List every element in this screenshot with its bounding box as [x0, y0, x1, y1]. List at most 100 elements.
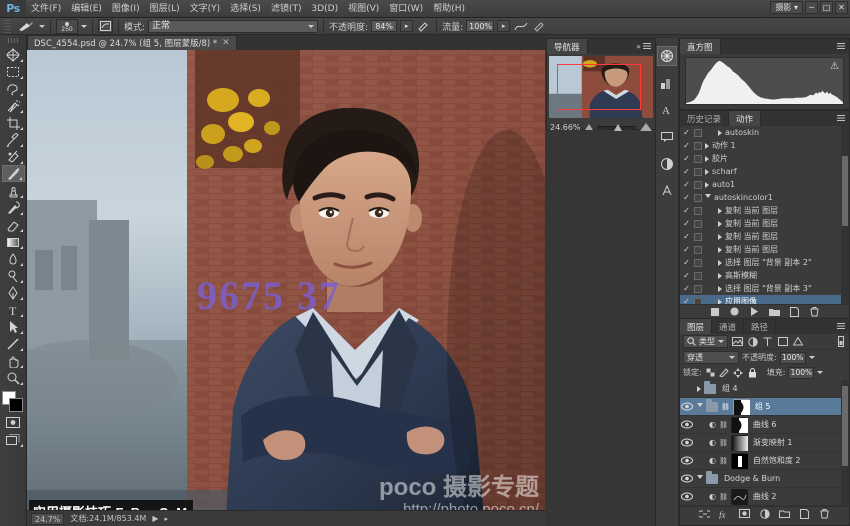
canvas-area[interactable]: 9675 37 poco 摄影专题 http://photo.poco.cn/ …: [27, 50, 545, 526]
opacity-input[interactable]: 84%: [371, 20, 397, 32]
flow-pressure-toggle[interactable]: ▸: [497, 20, 510, 32]
action-row[interactable]: ✓高斯模糊: [680, 269, 849, 282]
menu-item-10[interactable]: 帮助(H): [428, 0, 470, 18]
properties-dock-icon[interactable]: [657, 154, 677, 174]
layer-row[interactable]: ⛓组 5: [680, 398, 849, 416]
lock-transparency-icon[interactable]: [705, 367, 716, 378]
layer-filter-type-select[interactable]: 类型: [683, 335, 728, 348]
blend-mode-select[interactable]: 正常: [148, 20, 318, 33]
action-row[interactable]: ✓选择 图层 "背景 副本 2": [680, 256, 849, 269]
mask-link-icon[interactable]: ⛓: [719, 457, 728, 465]
adjustment-icon[interactable]: [759, 508, 770, 519]
gradient-tool[interactable]: [2, 233, 25, 250]
menu-item-6[interactable]: 滤镜(T): [266, 0, 307, 18]
action-dialog-toggle[interactable]: [694, 194, 702, 202]
mask-link-icon[interactable]: ⛓: [719, 439, 728, 447]
new-action-icon[interactable]: [789, 306, 800, 317]
layer-row[interactable]: Dodge & Burn: [680, 470, 849, 488]
layers-list[interactable]: 组 4⛓组 5◐⛓曲线 6◐⛓渐变映射 1◐⛓自然饱和度 2Dodge & Bu…: [680, 380, 849, 506]
type-filter-icon[interactable]: [762, 336, 773, 347]
layers-scroll-thumb[interactable]: [842, 386, 848, 466]
brush-preset-chevron-icon[interactable]: [39, 25, 45, 28]
brush-size-display[interactable]: 250: [56, 19, 78, 34]
new-layer-icon[interactable]: [799, 508, 810, 519]
brush-tool[interactable]: [2, 165, 25, 182]
smoothing-icon[interactable]: [513, 20, 529, 33]
layer-visibility-icon[interactable]: [680, 492, 694, 501]
line-tool[interactable]: [2, 335, 25, 352]
layer-row[interactable]: 组 4: [680, 380, 849, 398]
tab-actions[interactable]: 动作: [729, 111, 761, 126]
menu-item-8[interactable]: 视图(V): [343, 0, 384, 18]
actions-list[interactable]: ✓autoskin✓动作 1✓胶片✓scharf✓auto1✓autoskinc…: [680, 126, 849, 304]
zoom-out-icon[interactable]: [585, 124, 593, 130]
adjustments-dock-icon[interactable]: A: [657, 100, 677, 120]
disclosure-right-icon[interactable]: [705, 156, 709, 162]
action-check-icon[interactable]: ✓: [682, 141, 691, 150]
menu-item-4[interactable]: 文字(Y): [185, 0, 226, 18]
action-row[interactable]: ✓autoskin: [680, 126, 849, 139]
tab-navigator[interactable]: 导航器: [547, 39, 588, 54]
action-dialog-toggle[interactable]: [694, 259, 702, 267]
action-dialog-toggle[interactable]: [694, 220, 702, 228]
menu-item-2[interactable]: 图像(I): [107, 0, 145, 18]
disclosure-right-icon[interactable]: [718, 247, 722, 253]
action-check-icon[interactable]: ✓: [682, 154, 691, 163]
erase-to-history-icon[interactable]: [532, 20, 548, 33]
disclosure-right-icon[interactable]: [718, 208, 722, 214]
menu-item-0[interactable]: 文件(F): [26, 0, 66, 18]
brush-size-chevron-icon[interactable]: [81, 25, 87, 28]
action-dialog-toggle[interactable]: [694, 272, 702, 280]
action-dialog-toggle[interactable]: [694, 298, 702, 305]
new-group-icon[interactable]: [779, 508, 790, 519]
disclosure-right-icon[interactable]: [705, 182, 709, 188]
action-dialog-toggle[interactable]: [694, 155, 702, 163]
spot-healing-brush-tool[interactable]: [2, 148, 25, 165]
disclosure-right-icon[interactable]: [718, 221, 722, 227]
action-row[interactable]: ✓胶片: [680, 152, 849, 165]
layer-visibility-icon[interactable]: [680, 474, 694, 483]
action-dialog-toggle[interactable]: [694, 246, 702, 254]
action-row[interactable]: ✓复制 当前 图层: [680, 230, 849, 243]
action-row[interactable]: ✓复制 当前 图层: [680, 217, 849, 230]
mask-icon[interactable]: [739, 508, 750, 519]
action-row[interactable]: ✓autoskincolor1: [680, 191, 849, 204]
minimize-button[interactable]: ─: [805, 1, 818, 14]
layer-mask-thumbnail[interactable]: [733, 399, 749, 414]
disclosure-right-icon[interactable]: [718, 299, 722, 305]
delete-layer-icon[interactable]: [819, 508, 830, 519]
history-brush-tool[interactable]: [2, 199, 25, 216]
tab-histogram[interactable]: 直方图: [680, 39, 721, 54]
disclosure-right-icon[interactable]: [718, 260, 722, 266]
layer-fill-input[interactable]: 100%: [788, 367, 814, 379]
action-check-icon[interactable]: ✓: [682, 219, 691, 228]
navigator-zoom-knob[interactable]: [614, 124, 622, 131]
layer-mask-thumbnail[interactable]: [731, 435, 747, 450]
tab-paths[interactable]: 路径: [744, 319, 776, 334]
action-row[interactable]: ✓auto1: [680, 178, 849, 191]
layer-visibility-icon[interactable]: [680, 456, 694, 465]
action-check-icon[interactable]: ✓: [682, 297, 691, 304]
pen-tool[interactable]: [2, 284, 25, 301]
tab-history[interactable]: 历史记录: [680, 111, 729, 126]
action-row[interactable]: ✓选择 图层 "背景 副本 3": [680, 282, 849, 295]
screen-mode-toggle[interactable]: [2, 431, 25, 448]
tablet-pressure-toggle[interactable]: [98, 19, 113, 33]
link-icon[interactable]: [699, 508, 710, 519]
disclosure-right-icon[interactable]: [705, 169, 709, 175]
zoom-level-input[interactable]: 24.7%: [31, 513, 64, 525]
group-disclosure-right-icon[interactable]: [697, 386, 701, 392]
actions-menu-icon[interactable]: [837, 115, 845, 122]
action-dialog-toggle[interactable]: [694, 129, 702, 137]
layer-blend-mode-select[interactable]: 穿透: [683, 351, 739, 364]
color-dock-icon[interactable]: [657, 73, 677, 93]
layer-row[interactable]: ◐⛓渐变映射 1: [680, 434, 849, 452]
action-check-icon[interactable]: ✓: [682, 193, 691, 202]
action-row[interactable]: ✓动作 1: [680, 139, 849, 152]
fx-icon[interactable]: fx: [719, 508, 730, 519]
disclosure-right-icon[interactable]: [718, 286, 722, 292]
marquee-tool[interactable]: [2, 63, 25, 80]
airbrush-icon[interactable]: [416, 20, 431, 33]
new-set-icon[interactable]: [769, 306, 780, 317]
layer-mask-thumbnail[interactable]: [731, 417, 747, 432]
